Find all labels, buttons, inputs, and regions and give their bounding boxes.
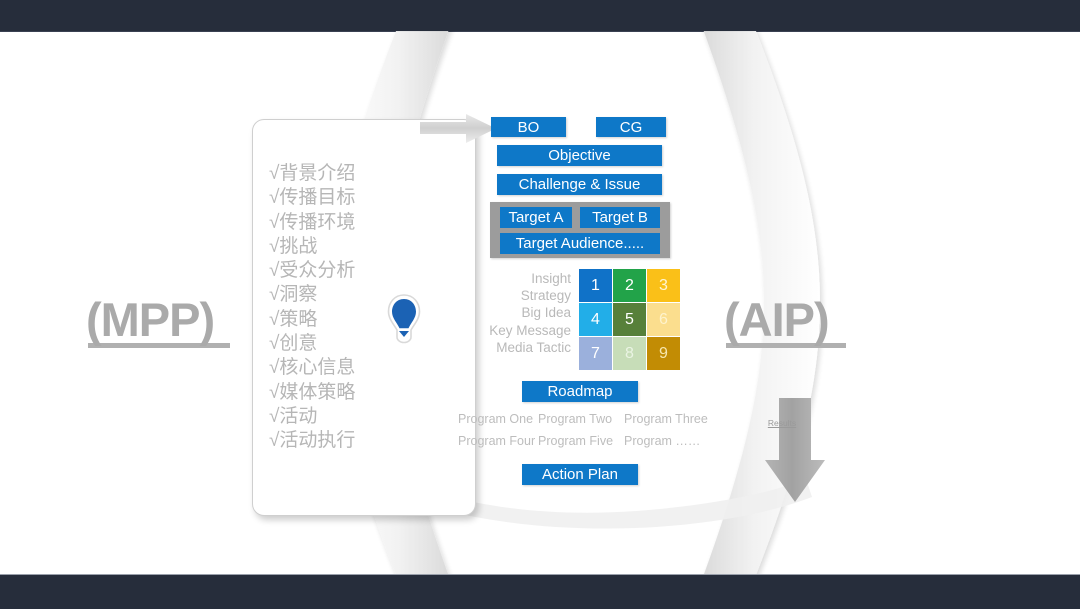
matrix-cell[interactable]: 2 (613, 269, 646, 302)
checklist: √背景介绍 √传播目标 √传播环境 √挑战 √受众分析 √洞察 √策略 √创意 … (269, 162, 449, 454)
matrix-cell[interactable]: 4 (579, 303, 612, 336)
list-item: √活动 (269, 405, 318, 427)
box-bo[interactable]: BO (491, 117, 566, 137)
box-cg[interactable]: CG (596, 117, 666, 137)
matrix-row-labels: Insight Strategy Big Idea Key Message Me… (466, 270, 571, 356)
box-target-b[interactable]: Target B (580, 207, 660, 228)
matrix-cell[interactable]: 5 (613, 303, 646, 336)
lightbulb-icon (386, 293, 422, 345)
label-aip-text: (AIP) (724, 293, 830, 346)
list-item: √活动执行 (269, 430, 356, 452)
box-roadmap[interactable]: Roadmap (522, 381, 638, 402)
program-label: Program Four (458, 434, 536, 448)
program-label: Program One (458, 412, 534, 426)
box-action-plan[interactable]: Action Plan (522, 464, 638, 485)
slide-surface: √背景介绍 √传播目标 √传播环境 √挑战 √受众分析 √洞察 √策略 √创意 … (0, 0, 1080, 609)
label-aip: (AIP) (724, 292, 846, 348)
program-label: Program Two (538, 412, 613, 426)
list-item: √受众分析 (269, 260, 356, 282)
matrix-cell[interactable]: 3 (647, 269, 680, 302)
program-label: Program …… (624, 434, 701, 448)
top-chrome-bar (0, 0, 1080, 32)
list-item: √传播环境 (269, 211, 356, 233)
matrix-cell[interactable]: 1 (579, 269, 612, 302)
bottom-chrome-bar (0, 574, 1080, 609)
target-group-container: Target A Target B Target Audience..... (490, 202, 670, 258)
list-item: √核心信息 (269, 357, 356, 379)
program-label: Program Three (624, 412, 708, 426)
matrix-cell[interactable]: 6 (647, 303, 680, 336)
list-item: √策略 (269, 308, 318, 330)
matrix-grid: 1 2 3 4 5 6 7 8 9 (579, 269, 680, 370)
checklist-panel: √背景介绍 √传播目标 √传播环境 √挑战 √受众分析 √洞察 √策略 √创意 … (252, 119, 476, 516)
list-item: √创意 (269, 333, 318, 355)
list-item: √传播目标 (269, 187, 356, 209)
matrix-label-key-message: Key Message (489, 322, 571, 338)
program-label: Program Five (538, 434, 614, 448)
matrix-label-media-tactic: Media Tactic (496, 339, 571, 355)
program-row: Program One Program Two Program Three (458, 412, 708, 426)
matrix-cell[interactable]: 8 (613, 337, 646, 370)
label-mpp: (MPP) (86, 292, 230, 348)
list-item: √媒体策略 (269, 381, 356, 403)
matrix-label-strategy: Strategy (520, 288, 571, 304)
box-target-audience[interactable]: Target Audience..... (500, 233, 660, 254)
program-row: Program Four Program Five Program …… (458, 434, 700, 448)
list-item: √挑战 (269, 235, 318, 257)
label-mpp-text: (MPP) (86, 293, 215, 346)
matrix-cell[interactable]: 9 (647, 337, 680, 370)
matrix-label-big-idea: Big Idea (521, 305, 571, 321)
results-arrow-icon (762, 398, 836, 510)
box-target-a[interactable]: Target A (500, 207, 572, 228)
matrix-cell[interactable]: 7 (579, 337, 612, 370)
list-item: √洞察 (269, 284, 318, 306)
box-challenge-issue[interactable]: Challenge & Issue (497, 174, 662, 195)
box-objective[interactable]: Objective (497, 145, 662, 166)
list-item: √背景介绍 (269, 163, 356, 184)
matrix-label-insight: Insight (531, 271, 571, 286)
results-label: Results (767, 418, 797, 428)
